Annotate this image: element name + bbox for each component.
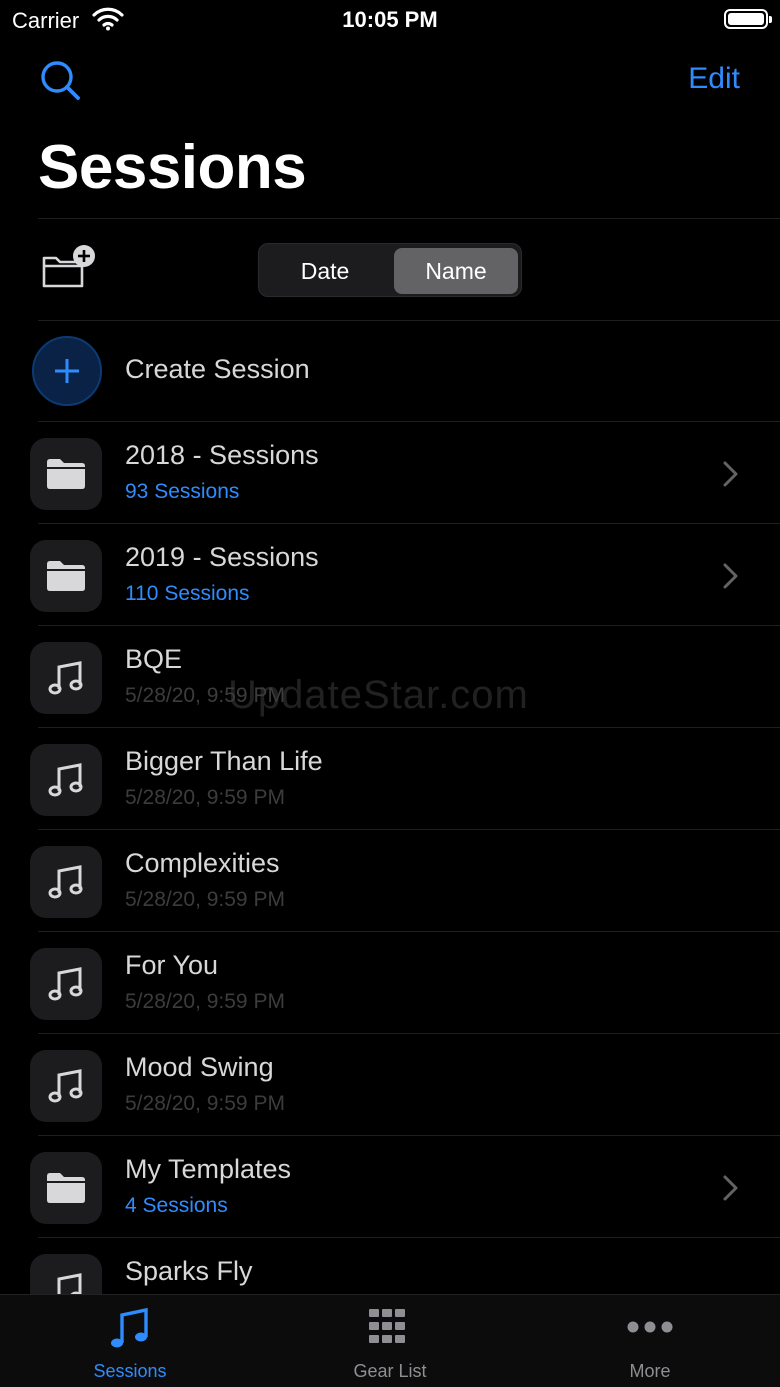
session-row-bqe[interactable]: BQE 5/28/20, 9:59 PM [0,626,780,728]
row-subtitle: 4 Sessions [125,1194,228,1217]
row-title: Complexities [125,848,280,878]
music-note-icon [111,1307,148,1348]
edit-button[interactable]: Edit [688,62,740,96]
session-row-for-you[interactable]: For You 5/28/20, 9:59 PM [0,932,780,1034]
music-note-icon [30,1050,102,1122]
row-subtitle: 5/28/20, 9:59 PM [125,990,285,1013]
music-note-icon [30,642,102,714]
folder-row-2018[interactable]: 2018 - Sessions 93 Sessions [0,422,780,524]
row-title: Sparks Fly [125,1256,253,1286]
row-title: 2019 - Sessions [125,542,319,572]
plus-circle-icon [32,336,102,406]
session-row-mood-swing[interactable]: Mood Swing 5/28/20, 9:59 PM [0,1034,780,1136]
new-folder-button[interactable] [40,242,102,294]
search-icon [41,61,80,100]
row-subtitle: 5/28/20, 9:59 PM [125,684,285,707]
music-note-icon [30,948,102,1020]
row-title: Bigger Than Life [125,746,323,776]
ellipsis-icon [627,1321,673,1333]
status-bar: Carrier 10:05 PM [0,0,780,44]
folder-icon [30,1152,102,1224]
chevron-right-icon [723,563,738,589]
tab-sessions[interactable]: Sessions [0,1295,260,1387]
grid-icon [369,1309,405,1343]
folder-icon [30,438,102,510]
folder-icon [30,540,102,612]
sort-by-name-segment[interactable]: Name [394,248,518,294]
battery-icon [724,9,772,29]
chevron-right-icon [723,461,738,487]
row-subtitle: 93 Sessions [125,480,240,503]
sort-by-date-segment[interactable]: Date [263,248,387,294]
music-note-icon [30,744,102,816]
row-title: BQE [125,644,183,674]
page-title: Sessions [38,133,307,202]
tab-bar: Sessions Gear List More [0,1294,780,1387]
row-title: Mood Swing [125,1052,274,1082]
row-title: 2018 - Sessions [125,440,319,470]
create-session-label: Create Session [125,354,310,384]
row-title: My Templates [125,1154,292,1184]
tab-label: More [629,1361,671,1381]
tab-gear-list[interactable]: Gear List [260,1295,520,1387]
row-subtitle: 5/28/20, 9:59 PM [125,1092,285,1115]
header-divider [38,218,780,219]
sort-segmented-control: Date Name [258,243,522,297]
tab-more[interactable]: More [520,1295,780,1387]
row-subtitle: 5/28/20, 9:59 PM [125,786,285,809]
music-note-icon [30,846,102,918]
tab-label: Sessions [93,1361,167,1381]
session-row-complexities[interactable]: Complexities 5/28/20, 9:59 PM [0,830,780,932]
chevron-right-icon [723,1175,738,1201]
create-session-row[interactable]: Create Session [0,320,780,422]
session-row-bigger-than-life[interactable]: Bigger Than Life 5/28/20, 9:59 PM [0,728,780,830]
search-button[interactable] [38,58,84,104]
folder-row-my-templates[interactable]: My Templates 4 Sessions [0,1136,780,1238]
tab-label: Gear List [353,1361,427,1381]
row-subtitle: 110 Sessions [125,582,250,605]
row-title: For You [125,950,219,980]
row-subtitle: 5/28/20, 9:59 PM [125,888,285,911]
folder-row-2019[interactable]: 2019 - Sessions 110 Sessions [0,524,780,626]
folder-plus-icon [42,245,95,288]
status-time: 10:05 PM [342,7,438,32]
